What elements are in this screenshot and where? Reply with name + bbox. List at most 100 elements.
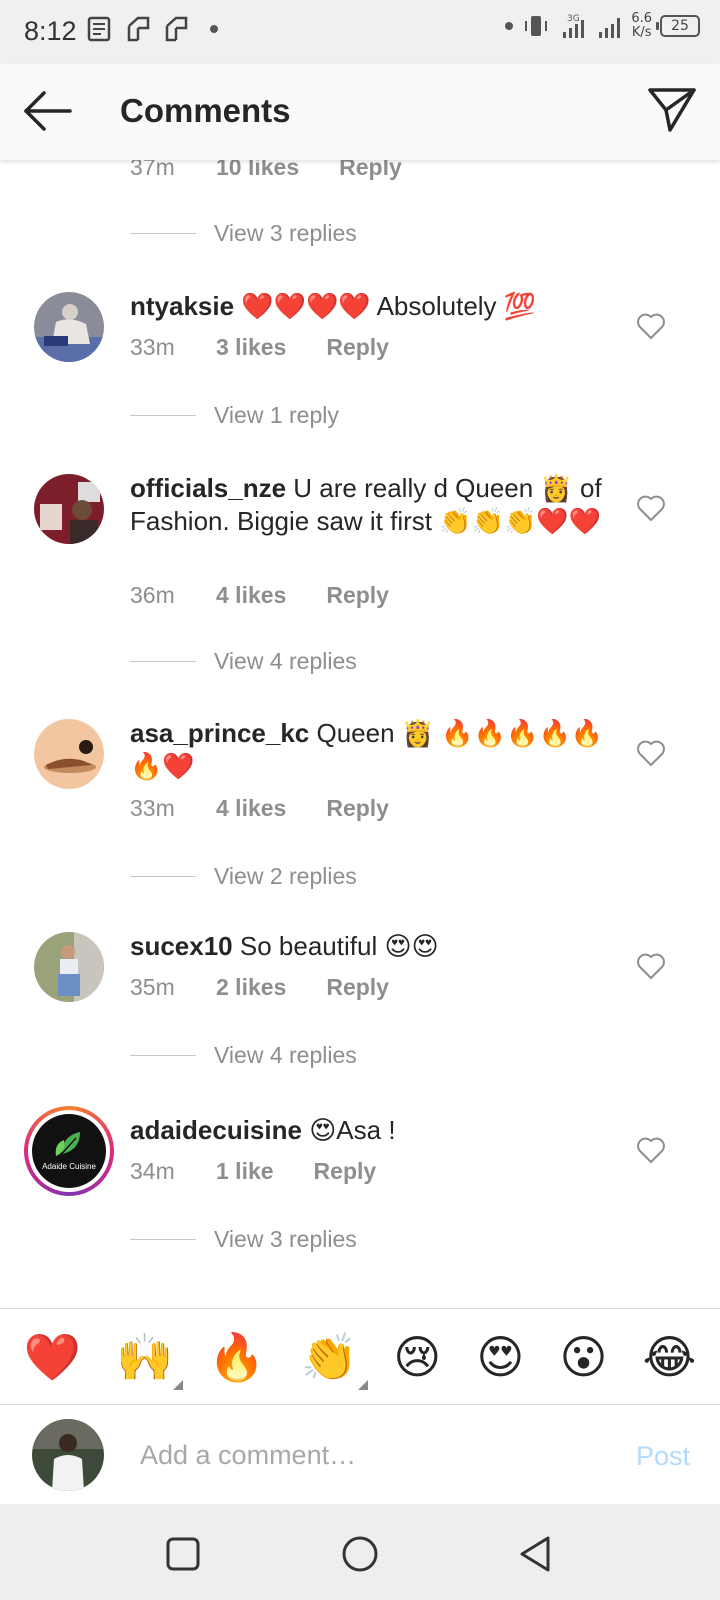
- view-replies-button[interactable]: View 3 replies: [130, 1226, 357, 1253]
- emoji-clap-button[interactable]: 👏: [301, 1330, 369, 1390]
- app-notification-icon: [165, 16, 188, 42]
- comment-likes[interactable]: 1 like: [216, 1158, 274, 1185]
- comment-composer: Post: [0, 1404, 720, 1504]
- comment-likes[interactable]: 4 likes: [216, 795, 286, 822]
- avatar-logo-text: Adaide Cuisine: [42, 1162, 96, 1171]
- avatar[interactable]: [34, 932, 104, 1002]
- page-title: Comments: [120, 92, 291, 129]
- emoji-surprised-button[interactable]: 😮: [559, 1330, 607, 1384]
- avatar-photo: [34, 719, 104, 789]
- divider: [130, 1055, 196, 1056]
- comment-likes[interactable]: 2 likes: [216, 974, 286, 1001]
- comment-meta: 36m 4 likes Reply: [130, 582, 389, 609]
- avatar[interactable]: [34, 719, 104, 789]
- divider: [130, 661, 196, 662]
- view-replies-label: View 4 replies: [214, 1042, 357, 1068]
- comment-message: 😍Asa !: [309, 1115, 396, 1145]
- comment-meta: 33m 4 likes Reply: [130, 795, 389, 822]
- emoji-joy-button[interactable]: 😂: [643, 1330, 697, 1384]
- recent-apps-icon[interactable]: [163, 1534, 203, 1574]
- system-nav-bar: [0, 1504, 720, 1600]
- view-replies-button[interactable]: View 1 reply: [130, 402, 339, 429]
- view-replies-button[interactable]: View 4 replies: [130, 1042, 357, 1069]
- emoji-heart-eyes-button[interactable]: 😍: [476, 1330, 524, 1384]
- like-heart-icon[interactable]: [636, 1136, 666, 1164]
- comment-body: officials_nze U are really d Queen 👸 of …: [130, 472, 620, 538]
- avatar-photo: [34, 932, 104, 1002]
- reply-button[interactable]: Reply: [339, 160, 402, 181]
- vibrate-icon: [525, 16, 548, 36]
- comment-username[interactable]: sucex10: [130, 931, 233, 961]
- reply-button[interactable]: Reply: [326, 795, 389, 822]
- emoji-heart-button[interactable]: ❤️: [24, 1330, 81, 1384]
- view-replies-button[interactable]: View 3 replies: [130, 220, 357, 247]
- comment-meta: 35m 2 likes Reply: [130, 974, 389, 1001]
- comment-time: 34m: [130, 1158, 175, 1184]
- avatar[interactable]: [34, 292, 104, 362]
- status-bar: 8:12 3G 6.6 K/s 25: [0, 0, 720, 64]
- view-replies-button[interactable]: View 4 replies: [130, 648, 357, 675]
- app-header: Comments: [0, 64, 720, 160]
- reply-button[interactable]: Reply: [326, 974, 389, 1001]
- like-heart-icon[interactable]: [636, 312, 666, 340]
- my-avatar: [32, 1419, 104, 1491]
- view-replies-label: View 3 replies: [214, 1226, 357, 1252]
- comment-username[interactable]: adaidecuisine: [130, 1115, 302, 1145]
- avatar-photo: [34, 474, 104, 544]
- reply-button[interactable]: Reply: [314, 1158, 377, 1185]
- back-nav-icon[interactable]: [516, 1534, 556, 1574]
- avatar[interactable]: [34, 474, 104, 544]
- emoji-crying-button[interactable]: 😢: [393, 1330, 441, 1384]
- comment-likes[interactable]: 10 likes: [216, 160, 299, 181]
- view-replies-label: View 2 replies: [214, 863, 357, 889]
- view-replies-label: View 4 replies: [214, 648, 357, 674]
- avatar: Adaide Cuisine: [32, 1114, 106, 1188]
- status-time: 8:12: [24, 16, 77, 46]
- skin-tone-indicator-icon: [358, 1379, 369, 1390]
- comment-username[interactable]: ntyaksie: [130, 291, 234, 321]
- comment-body: asa_prince_kc Queen 👸 🔥🔥🔥🔥🔥🔥❤️: [130, 717, 620, 783]
- emoji-raised-hands-button[interactable]: 🙌: [116, 1330, 184, 1390]
- comments-list[interactable]: 37m 10 likes Reply View 3 replies ntyaks…: [0, 160, 720, 1308]
- like-heart-icon[interactable]: [636, 494, 666, 522]
- divider: [130, 876, 196, 877]
- reply-button[interactable]: Reply: [326, 334, 389, 361]
- svg-text:3G: 3G: [567, 14, 580, 24]
- system-status-icons: 3G 6.6 K/s 25: [495, 12, 700, 40]
- comment-input[interactable]: [140, 1433, 580, 1477]
- send-icon[interactable]: [646, 84, 698, 136]
- network-speed: 6.6 K/s: [631, 11, 652, 40]
- comment-message: So beautiful 😍😍: [239, 931, 439, 961]
- like-heart-icon[interactable]: [636, 739, 666, 767]
- comment-body: sucex10 So beautiful 😍😍: [130, 930, 620, 963]
- view-replies-button[interactable]: View 2 replies: [130, 863, 357, 890]
- comment-message: ❤️❤️❤️❤️ Absolutely 💯: [241, 291, 537, 321]
- battery-level: 25: [671, 18, 689, 34]
- comment-time: 33m: [130, 795, 175, 821]
- post-button[interactable]: Post: [636, 1441, 690, 1472]
- comment-likes[interactable]: 3 likes: [216, 334, 286, 361]
- home-icon[interactable]: [340, 1534, 380, 1574]
- comment-username[interactable]: officials_nze: [130, 473, 286, 503]
- like-heart-icon[interactable]: [636, 952, 666, 980]
- avatar-photo: [34, 292, 104, 362]
- divider: [130, 415, 196, 416]
- back-arrow-icon[interactable]: [20, 86, 74, 136]
- signal-strength-icon: [599, 18, 621, 38]
- comment-meta: 33m 3 likes Reply: [130, 334, 389, 361]
- indicator-dot: [505, 22, 514, 30]
- comment-username[interactable]: asa_prince_kc: [130, 718, 309, 748]
- battery-indicator: 25: [656, 15, 700, 37]
- comment-body: ntyaksie ❤️❤️❤️❤️ Absolutely 💯: [130, 290, 620, 323]
- leaf-logo-icon: [55, 1132, 80, 1159]
- view-replies-label: View 1 reply: [214, 402, 339, 428]
- skin-tone-indicator-icon: [173, 1379, 184, 1390]
- emoji-fire-button[interactable]: 🔥: [208, 1330, 265, 1384]
- comment-likes[interactable]: 4 likes: [216, 582, 286, 609]
- avatar-story-ring[interactable]: Adaide Cuisine: [24, 1106, 114, 1196]
- news-notification-icon: [87, 16, 111, 42]
- notification-icons: [86, 14, 218, 44]
- comment-body: adaidecuisine 😍Asa !: [130, 1114, 620, 1147]
- comment-meta: 37m 10 likes Reply: [130, 160, 402, 181]
- reply-button[interactable]: Reply: [326, 582, 389, 609]
